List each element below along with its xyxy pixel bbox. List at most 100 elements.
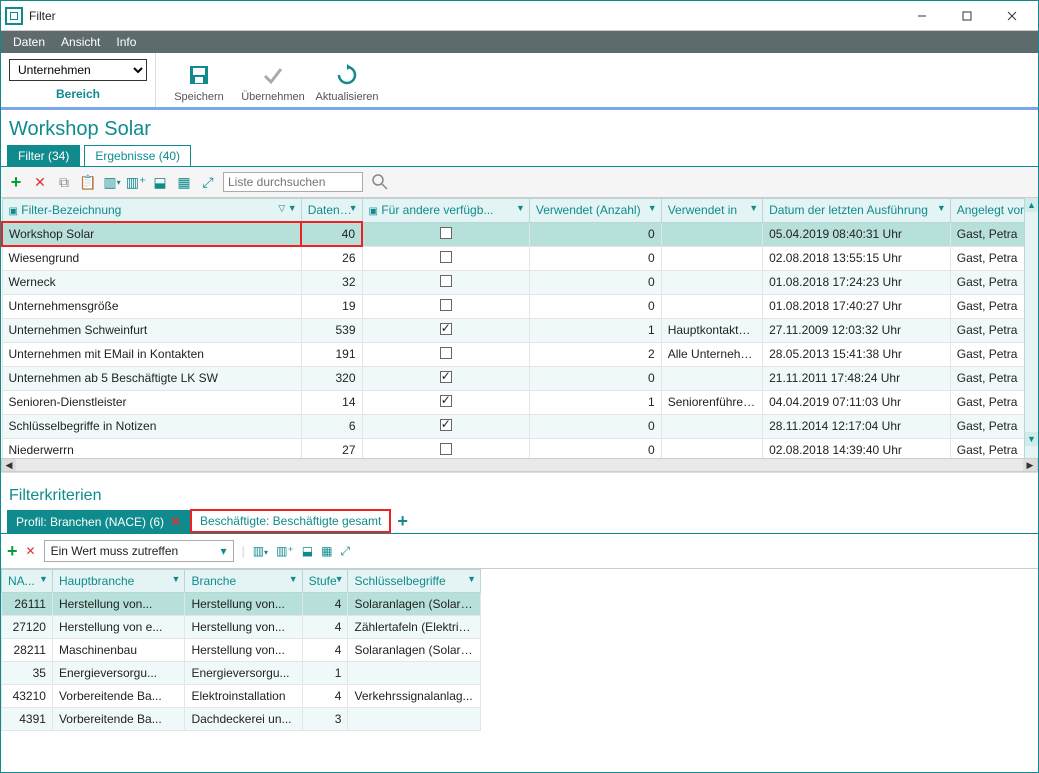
checkbox-icon[interactable] [440, 443, 452, 455]
cell-share[interactable] [362, 294, 529, 318]
funnel-icon[interactable]: ▼ [39, 574, 48, 584]
scroll-left-icon[interactable]: ◀ [2, 459, 16, 471]
delete-icon[interactable]: ✕ [31, 173, 49, 191]
funnel-icon[interactable]: ▼ [516, 203, 525, 213]
table-row[interactable]: Unternehmen mit EMail in Kontakten1912Al… [2, 342, 1038, 366]
col-hauptbranche[interactable]: Hauptbranche▼ [52, 570, 184, 593]
funnel-icon[interactable]: ▼ [289, 574, 298, 584]
layout-icon[interactable]: ▦ [175, 173, 193, 191]
criteria-tab-beschaeftigte[interactable]: Beschäftigte: Beschäftigte gesamt [190, 509, 391, 533]
cell-share[interactable] [362, 270, 529, 294]
scroll-up-icon[interactable]: ▲ [1025, 198, 1038, 212]
funnel-icon[interactable]: ▼ [349, 203, 358, 213]
menu-info[interactable]: Info [108, 33, 144, 51]
col-datasets[interactable]: Datensät...▼ [301, 199, 362, 223]
funnel-icon[interactable]: ▼ [467, 574, 476, 584]
col-share[interactable]: ▣ Für andere verfügb...▼ [362, 199, 529, 223]
refresh-button[interactable]: Aktualisieren [312, 57, 382, 103]
cell-share[interactable] [362, 222, 529, 246]
table-row[interactable]: 43210Vorbereitende Ba...Elektroinstallat… [2, 685, 481, 708]
col-used-count[interactable]: Verwendet (Anzahl)▼ [529, 199, 661, 223]
filter-toggle-icon[interactable]: ▥⁺ [276, 544, 294, 558]
table-row[interactable]: 26111Herstellung von...Herstellung von..… [2, 593, 481, 616]
columns-icon[interactable]: ▥▾ [103, 173, 121, 191]
copy-icon[interactable]: ⧉ [55, 173, 73, 191]
scroll-down-icon[interactable]: ▼ [1025, 432, 1038, 446]
scroll-right-icon[interactable]: ▶ [1023, 459, 1037, 471]
table-row[interactable]: 35Energieversorgu...Energieversorgu...1 [2, 662, 481, 685]
window-close-button[interactable] [989, 2, 1034, 30]
search-icon[interactable] [369, 171, 391, 193]
window-minimize-button[interactable] [899, 2, 944, 30]
funnel-icon[interactable]: ▼ [648, 203, 657, 213]
table-row[interactable]: Unternehmen ab 5 Beschäftigte LK SW32002… [2, 366, 1038, 390]
expand-icon[interactable]: ⤢ [199, 173, 217, 191]
funnel-icon[interactable]: ▼ [335, 574, 344, 584]
col-branche[interactable]: Branche▼ [185, 570, 302, 593]
table-row[interactable]: Unternehmensgröße19001.08.2018 17:40:27 … [2, 294, 1038, 318]
paste-icon[interactable]: 📋 [79, 173, 97, 191]
apply-button[interactable]: Übernehmen [238, 57, 308, 103]
funnel-icon[interactable]: ▼ [937, 203, 946, 213]
add-criteria-tab-icon[interactable]: + [391, 511, 414, 532]
export-excel-icon[interactable]: ⬓ [151, 173, 169, 191]
checkbox-icon[interactable] [440, 299, 452, 311]
checkbox-icon[interactable] [440, 251, 452, 263]
table-row[interactable]: Niederwerrn27002.08.2018 14:39:40 UhrGas… [2, 438, 1038, 458]
checkbox-icon[interactable] [440, 419, 452, 431]
col-used-in[interactable]: Verwendet in▼ [661, 199, 762, 223]
vertical-scrollbar[interactable]: ▲ ▼ [1024, 198, 1038, 458]
funnel-icon[interactable]: ▽ ▼ [278, 203, 296, 214]
close-icon[interactable]: ✕ [170, 514, 181, 530]
funnel-icon[interactable]: ▼ [172, 574, 181, 584]
funnel-icon[interactable]: ▼ [749, 203, 758, 213]
table-row[interactable]: Wiesengrund26002.08.2018 13:55:15 UhrGas… [2, 246, 1038, 270]
col-nace[interactable]: NA...▼ [2, 570, 53, 593]
col-last-run[interactable]: Datum der letzten Ausführung▼ [763, 199, 951, 223]
table-row[interactable]: 27120Herstellung von e...Herstellung von… [2, 616, 481, 639]
horizontal-scrollbar[interactable]: ◀ ▶ [1, 458, 1038, 472]
cell-share[interactable] [362, 414, 529, 438]
add-icon[interactable]: + [7, 541, 18, 562]
table-row[interactable]: Senioren-Dienstleister141Seniorenführer … [2, 390, 1038, 414]
checkbox-icon[interactable] [440, 371, 452, 383]
window-maximize-button[interactable] [944, 2, 989, 30]
cell-share[interactable] [362, 438, 529, 458]
col-stufe[interactable]: Stufe▼ [302, 570, 348, 593]
checkbox-icon[interactable] [440, 347, 452, 359]
criteria-tab-branchen[interactable]: Profil: Branchen (NACE) (6) ✕ [7, 510, 190, 533]
table-row[interactable]: 4391Vorbereitende Ba...Dachdeckerei un..… [2, 708, 481, 731]
delete-icon[interactable]: ✕ [26, 544, 36, 558]
filter-grid[interactable]: ▣ Filter-Bezeichnung▽ ▼ Datensät...▼ ▣ F… [1, 198, 1038, 458]
expand-icon[interactable]: ⤢ [340, 544, 350, 559]
export-excel-icon[interactable]: ⬓ [302, 544, 313, 558]
tab-filter[interactable]: Filter (34) [7, 145, 80, 166]
checkbox-icon[interactable] [440, 395, 452, 407]
menu-ansicht[interactable]: Ansicht [53, 33, 108, 51]
cell-share[interactable] [362, 318, 529, 342]
criteria-grid[interactable]: NA...▼ Hauptbranche▼ Branche▼ Stufe▼ Sch… [1, 569, 481, 731]
table-row[interactable]: Schlüsselbegriffe in Notizen6028.11.2014… [2, 414, 1038, 438]
area-select[interactable]: Unternehmen [9, 59, 147, 81]
save-button[interactable]: Speichern [164, 57, 234, 103]
table-row[interactable]: Werneck32001.08.2018 17:24:23 UhrGast, P… [2, 270, 1038, 294]
checkbox-icon[interactable] [440, 323, 452, 335]
cell-share[interactable] [362, 342, 529, 366]
checkbox-icon[interactable] [440, 227, 452, 239]
search-input[interactable] [223, 172, 363, 192]
cell-share[interactable] [362, 246, 529, 270]
cell-share[interactable] [362, 390, 529, 414]
col-filter-name[interactable]: ▣ Filter-Bezeichnung▽ ▼ [2, 199, 301, 223]
table-row[interactable]: Workshop Solar40005.04.2019 08:40:31 Uhr… [2, 222, 1038, 246]
filter-toggle-icon[interactable]: ▥⁺ [127, 173, 145, 191]
cell-share[interactable] [362, 366, 529, 390]
add-icon[interactable]: + [7, 173, 25, 191]
table-row[interactable]: Unternehmen Schweinfurt5391Hauptkontakte… [2, 318, 1038, 342]
table-row[interactable]: 28211MaschinenbauHerstellung von...4Sola… [2, 639, 481, 662]
layout-icon[interactable]: ▦ [321, 544, 332, 558]
match-mode-select[interactable]: Ein Wert muss zutreffen ▾ [44, 540, 234, 562]
tab-results[interactable]: Ergebnisse (40) [84, 145, 191, 166]
col-keys[interactable]: Schlüsselbegriffe▼ [348, 570, 481, 593]
menu-daten[interactable]: Daten [5, 33, 53, 51]
checkbox-icon[interactable] [440, 275, 452, 287]
